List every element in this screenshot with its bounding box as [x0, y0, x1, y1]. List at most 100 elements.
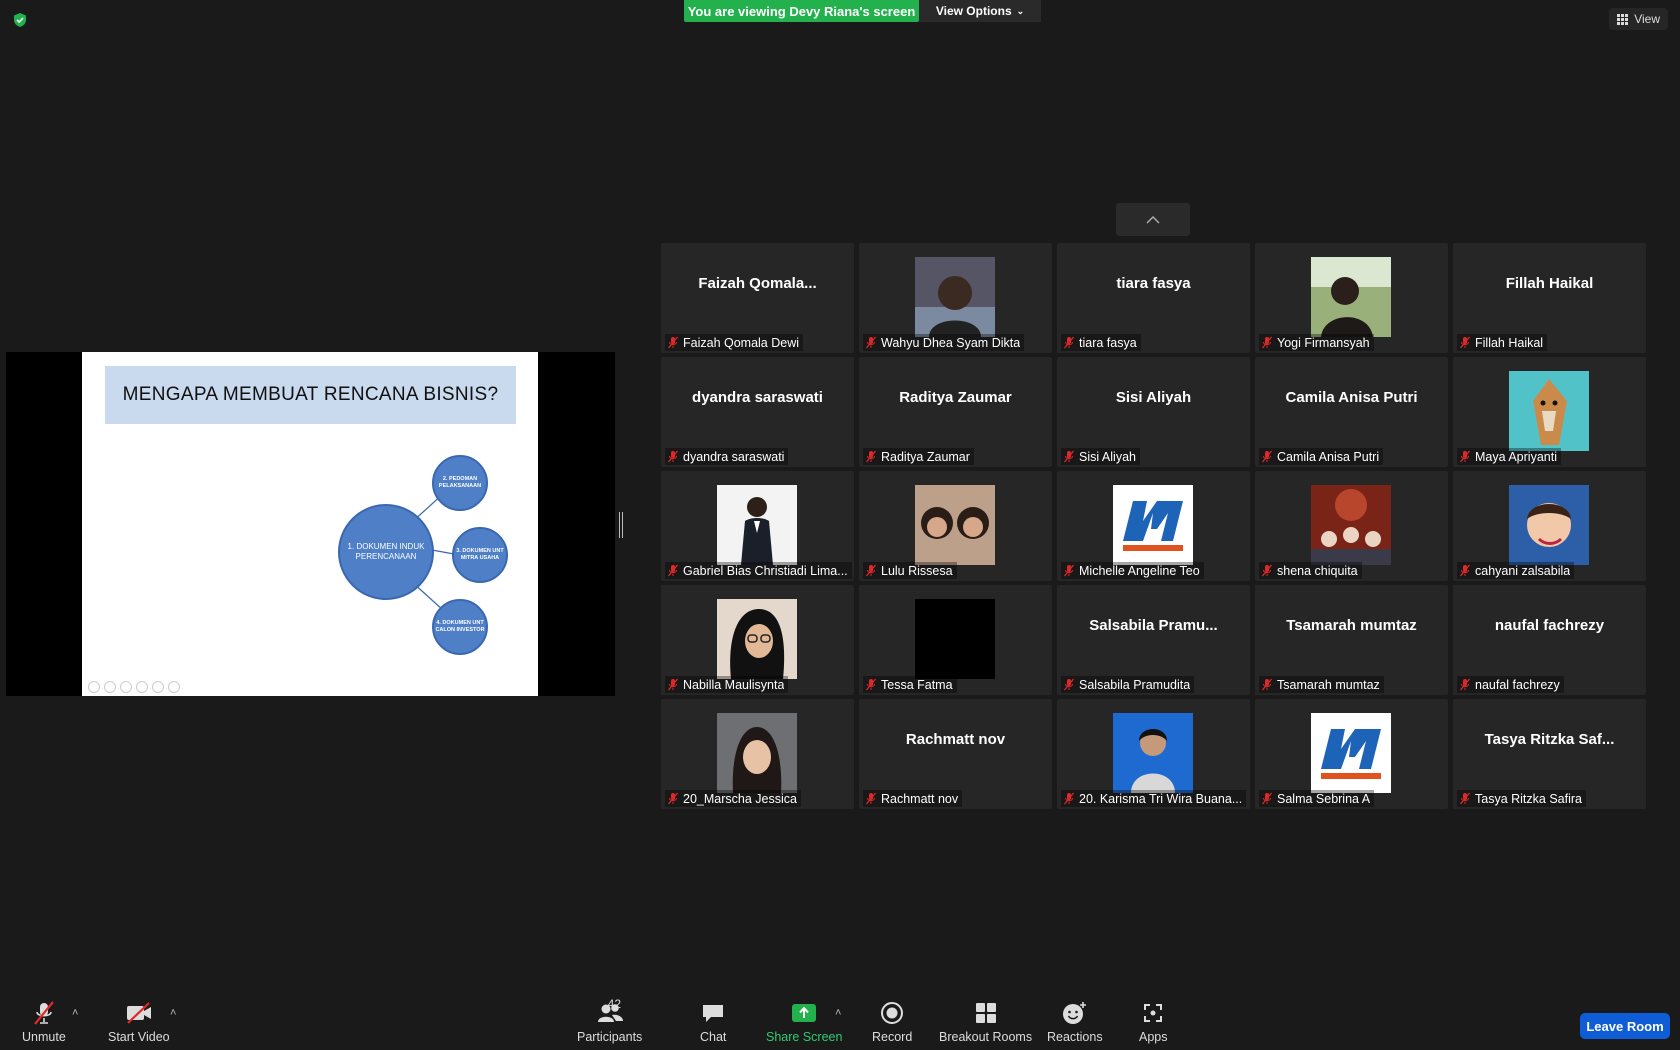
participants-label: Participants [577, 1030, 643, 1044]
view-layout-button[interactable]: View [1609, 8, 1668, 30]
participant-tile[interactable]: Michelle Angeline Teo [1057, 471, 1250, 581]
participant-tile[interactable]: Lulu Rissesa [859, 471, 1052, 581]
participant-tile[interactable]: shena chiquita [1255, 471, 1448, 581]
mic-muted-icon [865, 564, 877, 577]
start-video-label: Start Video [108, 1030, 170, 1044]
participant-name: Salsabila Pramudita [1079, 677, 1191, 692]
participant-avatar [717, 713, 797, 793]
participant-tile[interactable]: Camila Anisa Putri Camila Anisa Putri [1255, 357, 1448, 467]
mic-muted-icon [667, 564, 679, 577]
mic-muted-icon [1063, 564, 1075, 577]
participant-name: Camila Anisa Putri [1277, 449, 1380, 464]
participant-tile[interactable]: Fillah Haikal Fillah Haikal [1453, 243, 1646, 353]
participant-tile[interactable]: Tasya Ritzka Saf... Tasya Ritzka Safira [1453, 699, 1646, 809]
participant-name-label: Salma Sebrina A [1259, 790, 1375, 807]
participant-name: Wahyu Dhea Syam Dikta [881, 335, 1021, 350]
participant-name: Michelle Angeline Teo [1079, 563, 1200, 578]
collapse-gallery-button[interactable] [1116, 203, 1190, 236]
mic-muted-icon [1459, 564, 1471, 577]
mic-muted-icon [1261, 792, 1273, 805]
participant-name-label: Maya Apriyanti [1457, 448, 1561, 465]
slideshow-controls [88, 681, 180, 693]
leave-room-button[interactable]: Leave Room [1580, 1013, 1670, 1039]
security-shield-icon[interactable] [12, 12, 28, 28]
participant-tile[interactable]: Maya Apriyanti [1453, 357, 1646, 467]
participant-tile[interactable]: 20. Karisma Tri Wira Buana... [1057, 699, 1250, 809]
participant-name: Faizah Qomala Dewi [683, 335, 800, 350]
mic-muted-icon [1063, 678, 1075, 691]
participant-tile[interactable]: Yogi Firmansyah [1255, 243, 1448, 353]
video-options-caret-icon[interactable]: ˄ [170, 1007, 176, 1019]
record-icon [881, 1002, 904, 1024]
reactions-button[interactable]: Reactions [1047, 1000, 1103, 1044]
share-options-caret-icon[interactable]: ˄ [835, 1007, 841, 1019]
participant-name-label: tiara fasya [1061, 334, 1141, 351]
unmute-button[interactable]: Unmute [22, 1000, 66, 1044]
participant-tile[interactable]: cahyani zalsabila [1453, 471, 1646, 581]
participant-tile[interactable]: 20_Marscha Jessica [661, 699, 854, 809]
presentation-slide: MENGAPA MEMBUAT RENCANA BISNIS? 1. DOKUM… [82, 352, 538, 696]
participant-avatar [1509, 371, 1589, 451]
mic-muted-icon [1459, 450, 1471, 463]
breakout-rooms-button[interactable]: Breakout Rooms [939, 1000, 1032, 1044]
view-options-button[interactable]: View Options ⌄ [919, 0, 1041, 22]
apps-button[interactable]: Apps [1139, 1000, 1168, 1044]
participant-tile[interactable]: Wahyu Dhea Syam Dikta [859, 243, 1052, 353]
participant-name-label: naufal fachrezy [1457, 676, 1564, 693]
participant-display-name: naufal fachrezy [1494, 617, 1605, 634]
mic-muted-icon [667, 450, 679, 463]
start-video-button[interactable]: Start Video [108, 1000, 170, 1044]
shared-screen[interactable]: MENGAPA MEMBUAT RENCANA BISNIS? 1. DOKUM… [6, 352, 615, 696]
unmute-label: Unmute [22, 1030, 66, 1044]
split-view-handle[interactable] [619, 512, 623, 538]
participant-tile[interactable]: Nabilla Maulisynta [661, 585, 854, 695]
participants-count: 42 [607, 997, 622, 1011]
mic-muted-icon [1261, 678, 1273, 691]
viewing-screen-banner: You are viewing Devy Riana's screen [684, 0, 919, 22]
grid-icon [1617, 13, 1629, 25]
participant-tile[interactable]: Rachmatt nov Rachmatt nov [859, 699, 1052, 809]
view-options-label: View Options [935, 4, 1012, 18]
mic-muted-icon [667, 678, 679, 691]
participant-name-label: Faizah Qomala Dewi [665, 334, 804, 351]
mic-muted-icon [1063, 450, 1075, 463]
participant-name-label: 20. Karisma Tri Wira Buana... [1061, 790, 1247, 807]
participant-tile[interactable]: naufal fachrezy naufal fachrezy [1453, 585, 1646, 695]
participant-name-label: Michelle Angeline Teo [1061, 562, 1204, 579]
participant-name: Nabilla Maulisynta [683, 677, 785, 692]
participant-avatar [1113, 485, 1193, 565]
participant-tile[interactable]: Gabriel Bias Christiadi Lima... [661, 471, 854, 581]
audio-options-caret-icon[interactable]: ˄ [72, 1007, 78, 1019]
share-screen-button[interactable]: Share Screen [766, 1000, 842, 1044]
participant-name: tiara fasya [1079, 335, 1137, 350]
mic-muted-icon [667, 792, 679, 805]
participant-name: Lulu Rissesa [881, 563, 953, 578]
participant-avatar [717, 599, 797, 679]
participant-tile[interactable]: Tessa Fatma [859, 585, 1052, 695]
participant-tile[interactable]: Tsamarah mumtaz Tsamarah mumtaz [1255, 585, 1448, 695]
slide-node-2: 2. PEDOMAN PELAKSANAAN [432, 455, 488, 511]
participant-avatar [1311, 257, 1391, 337]
record-button[interactable]: Record [872, 1000, 912, 1044]
zoom-meeting-window: You are viewing Devy Riana's screen View… [0, 0, 1680, 1050]
participant-display-name: Camila Anisa Putri [1285, 389, 1418, 406]
participant-tile[interactable]: Salsabila Pramu... Salsabila Pramudita [1057, 585, 1250, 695]
mic-muted-icon [1261, 450, 1273, 463]
slide-node-3: 3. DOKUMEN UNT MITRA USAHA [452, 527, 508, 583]
participant-tile[interactable]: tiara fasya tiara fasya [1057, 243, 1250, 353]
participant-tile[interactable]: Faizah Qomala... Faizah Qomala Dewi [661, 243, 854, 353]
chat-button[interactable]: Chat [700, 1000, 726, 1044]
mic-muted-icon [865, 450, 877, 463]
participant-avatar [1509, 485, 1589, 565]
chevron-up-icon [1146, 215, 1160, 224]
slide-node-main: 1. DOKUMEN INDUK PERENCANAAN [338, 504, 434, 600]
chevron-down-icon: ⌄ [1016, 5, 1025, 16]
participant-tile[interactable]: Sisi Aliyah Sisi Aliyah [1057, 357, 1250, 467]
view-layout-label: View [1634, 12, 1660, 26]
participant-display-name: tiara fasya [1116, 275, 1191, 292]
participant-tile[interactable]: Salma Sebrina A [1255, 699, 1448, 809]
participant-name: Gabriel Bias Christiadi Lima... [683, 563, 848, 578]
participants-button[interactable]: 42 Participants [577, 997, 643, 1044]
participant-tile[interactable]: dyandra saraswati dyandra saraswati [661, 357, 854, 467]
participant-tile[interactable]: Raditya Zaumar Raditya Zaumar [859, 357, 1052, 467]
